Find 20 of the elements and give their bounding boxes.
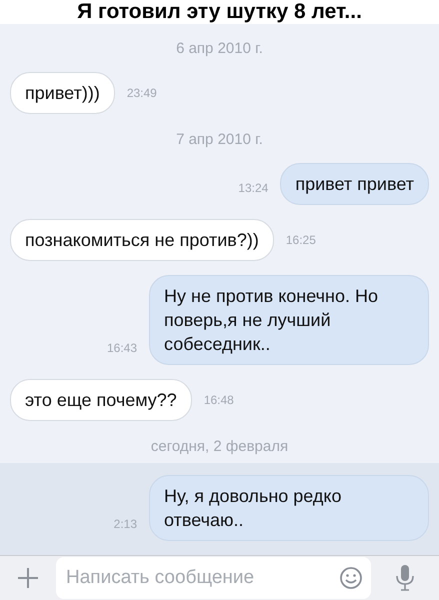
- message-time: 2:13: [114, 517, 137, 532]
- message-bubble: Ну не против конечно. Но поверь,я не лучший собеседник..: [149, 275, 429, 366]
- message-bubble: познакомиться не против?)): [10, 219, 274, 262]
- message-time: 23:49: [126, 86, 157, 100]
- message-time: 16:48: [204, 393, 234, 408]
- message-field[interactable]: Написать сообщение: [56, 557, 371, 600]
- date-separator: сегодня, 2 февраля: [150, 437, 290, 458]
- message-bubble: это еще почему??: [10, 379, 192, 422]
- message-bubble: привет))): [10, 72, 115, 114]
- smiley-icon[interactable]: [339, 566, 363, 590]
- message-time: 13:24: [238, 181, 268, 196]
- date-separator: 7 апр 2010 г.: [175, 130, 264, 150]
- message-bubble: Ну, я довольно редко отвечаю..: [149, 475, 429, 542]
- date-separator: 6 апр 2010 г.: [175, 39, 264, 60]
- microphone-icon[interactable]: [395, 564, 415, 592]
- message-time: 16:25: [286, 233, 316, 248]
- message-time: 16:43: [106, 341, 137, 356]
- plus-icon[interactable]: [16, 566, 40, 590]
- message-bubble: привет привет: [280, 163, 429, 206]
- caption: Я готовил эту шутку 8 лет...: [76, 0, 363, 24]
